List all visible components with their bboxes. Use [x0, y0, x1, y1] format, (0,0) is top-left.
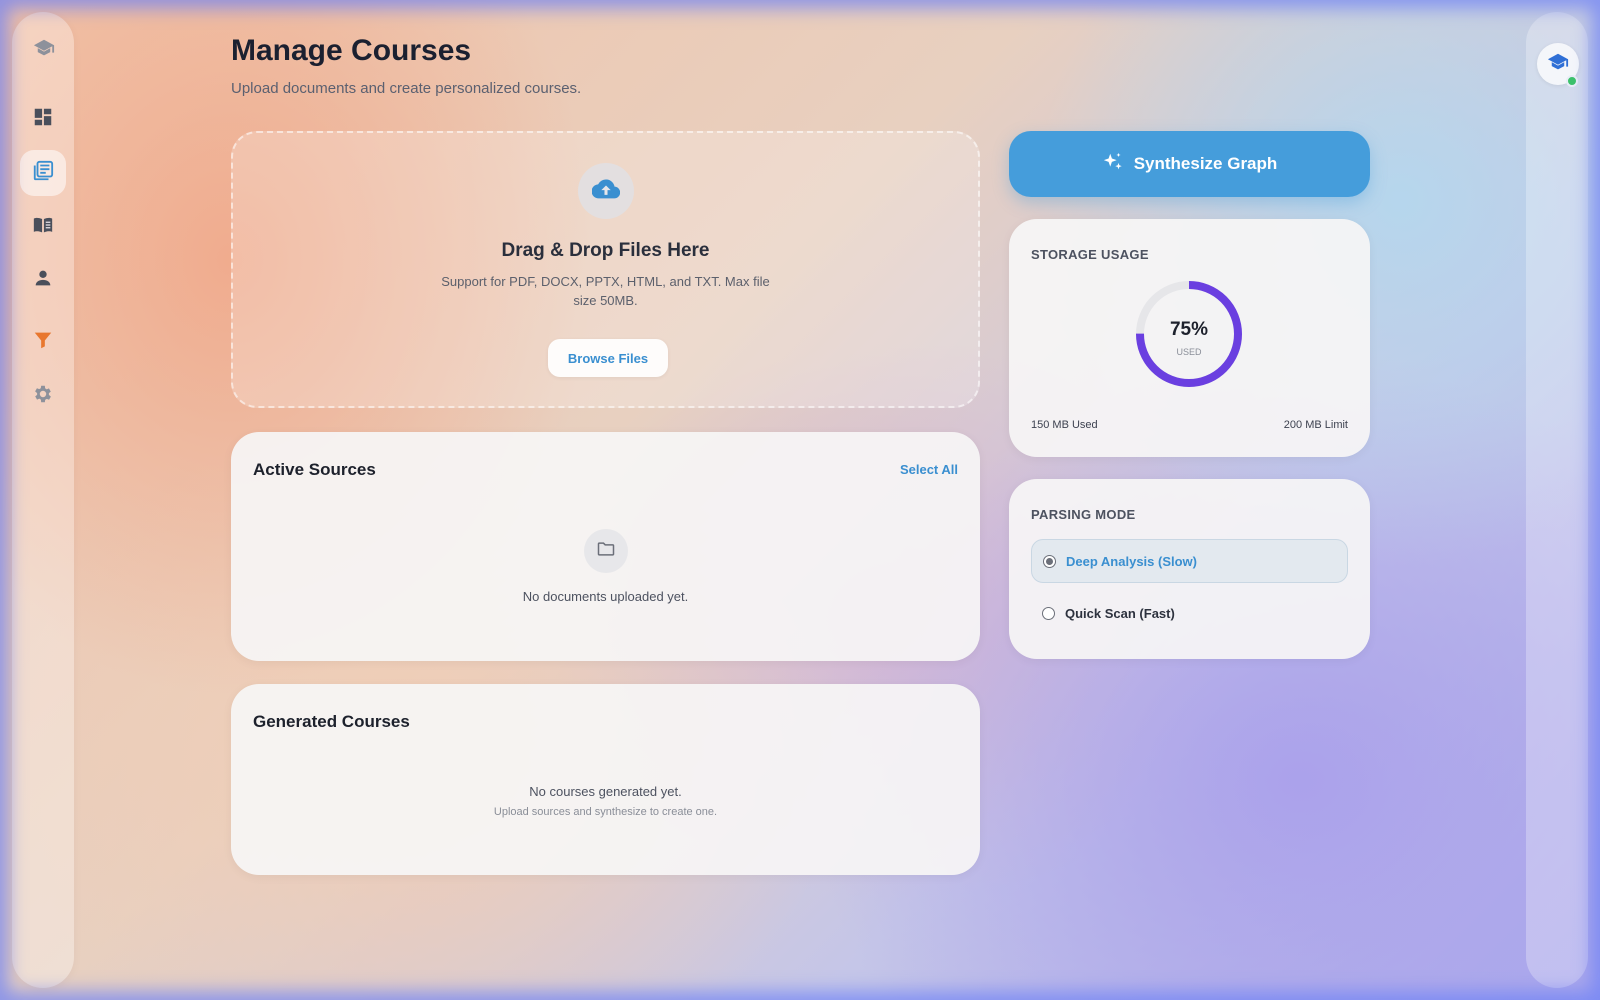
sparkles-icon [1102, 151, 1124, 178]
storage-limit-text: 200 MB Limit [1283, 419, 1348, 431]
storage-used-text: 150 MB Used [1031, 419, 1098, 431]
parsing-mode-card: PARSING MODE Deep Analysis (Slow) Quick … [1009, 479, 1370, 659]
radio-unselected[interactable] [1042, 606, 1055, 620]
sidebar-item-settings[interactable] [23, 376, 63, 416]
no-documents-text: No documents uploaded yet. [522, 589, 689, 604]
dashboard-icon [32, 106, 54, 133]
no-courses-subtext: Upload sources and synthesize to create … [493, 806, 718, 818]
dropzone-description: Support for PDF, DOCX, PPTX, HTML, and T… [441, 274, 770, 308]
page-title: Manage Courses [231, 34, 472, 67]
storage-used-caption: USED [1176, 347, 1202, 357]
parsing-option-label: Quick Scan (Fast) [1065, 605, 1175, 621]
sidebar-item-courses[interactable] [20, 150, 66, 196]
sidebar-item-profile[interactable] [23, 260, 63, 300]
sidebar [12, 12, 74, 988]
storage-usage-card: STORAGE USAGE 75% USED 150 MB Used 200 M… [1009, 219, 1370, 457]
sidebar-item-library[interactable] [23, 207, 63, 247]
book-icon [32, 214, 54, 241]
parsing-option-quick-scan[interactable]: Quick Scan (Fast) [1031, 591, 1348, 635]
synthesize-graph-label: Synthesize Graph [1133, 154, 1278, 173]
person-icon [32, 267, 54, 294]
cloud-upload-icon [591, 175, 621, 208]
file-dropzone[interactable]: Drag & Drop Files Here Support for PDF, … [231, 131, 980, 408]
browse-files-button[interactable]: Browse Files [548, 339, 668, 377]
active-sources-title: Active Sources [253, 460, 376, 479]
parsing-option-label: Deep Analysis (Slow) [1066, 553, 1197, 569]
active-sources-card: Active Sources Select All No documents u… [231, 432, 980, 661]
graduation-cap-icon[interactable] [24, 28, 64, 68]
funnel-icon [32, 329, 54, 356]
synthesize-graph-button[interactable]: Synthesize Graph [1009, 131, 1370, 197]
generated-courses-title: Generated Courses [253, 712, 410, 731]
empty-folder-badge [584, 529, 628, 573]
storage-percent: 75% [1169, 319, 1209, 340]
online-status-dot [1566, 75, 1578, 87]
document-list-icon [32, 160, 54, 187]
parsing-mode-label: PARSING MODE [1031, 507, 1136, 522]
page-subtitle: Upload documents and create personalized… [231, 80, 582, 97]
storage-usage-label: STORAGE USAGE [1031, 247, 1149, 262]
graduation-cap-icon [1547, 51, 1569, 78]
right-rail [1526, 12, 1588, 988]
dropzone-title: Drag & Drop Files Here [501, 240, 710, 261]
generated-courses-card: Generated Courses No courses generated y… [231, 684, 980, 875]
select-all-link[interactable]: Select All [900, 462, 958, 477]
no-courses-text: No courses generated yet. [529, 784, 682, 799]
sidebar-item-filter[interactable] [23, 322, 63, 362]
upload-icon-badge [578, 163, 634, 219]
radio-selected[interactable] [1043, 554, 1056, 568]
folder-icon [596, 539, 616, 564]
gear-icon [32, 383, 54, 410]
parsing-option-deep-analysis[interactable]: Deep Analysis (Slow) [1031, 539, 1348, 583]
sidebar-item-dashboard[interactable] [23, 99, 63, 139]
